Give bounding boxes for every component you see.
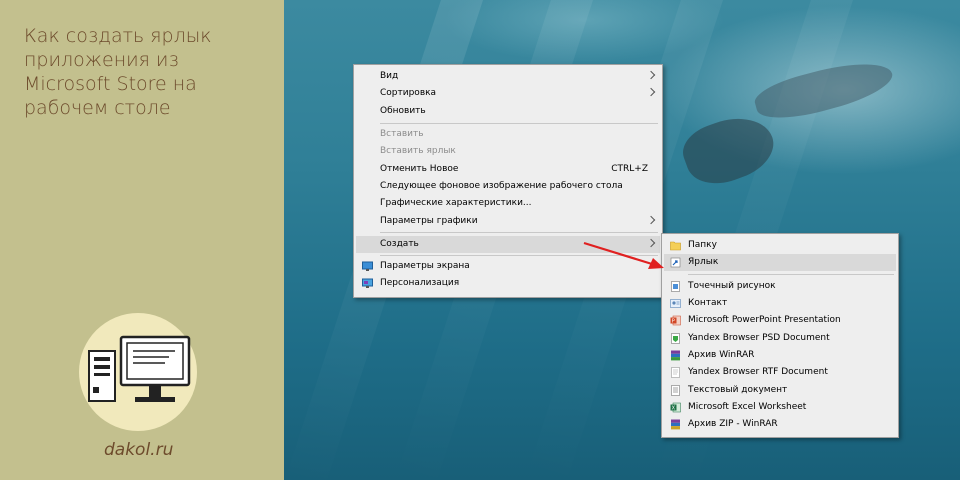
menu-item-label: Microsoft PowerPoint Presentation [688,315,841,325]
menu-item-label: Вид [380,71,399,81]
menu-item-label: Microsoft Excel Worksheet [688,402,807,412]
submenu-item-contact[interactable]: Контакт [664,295,896,312]
text-document-icon [671,385,680,396]
svg-text:X: X [672,406,676,412]
menu-item-label: Персонализация [380,278,460,288]
menu-item-label: Ярлык [688,257,719,267]
menu-item-label: Вставить ярлык [380,146,456,156]
submenu-item-excel[interactable]: X Microsoft Excel Worksheet [664,399,896,416]
computer-icon [88,335,191,402]
menu-item-label: Текстовый документ [688,385,788,395]
yandex-rtf-icon [671,367,680,378]
display-icon [362,261,373,271]
submenu-item-yandex-rtf[interactable]: Yandex Browser RTF Document [664,364,896,381]
article-title-line: рабочем столе [24,97,171,119]
chevron-right-icon [646,70,656,80]
site-logo [79,313,197,431]
menu-item-refresh[interactable]: Обновить [356,103,660,120]
winrar-icon [671,350,680,361]
menu-separator [688,274,894,275]
menu-item-label: Графические характеристики... [380,198,532,208]
annotation-arrow-icon [583,241,664,269]
menu-item-label: Yandex Browser PSD Document [688,333,830,343]
menu-item-label: Следующее фоновое изображение рабочего с… [380,181,623,191]
chevron-right-icon [646,87,656,97]
excel-icon: X [670,402,681,413]
submenu-item-powerpoint[interactable]: P Microsoft PowerPoint Presentation [664,312,896,329]
submenu-item-winrar[interactable]: Архив WinRAR [664,347,896,364]
new-submenu: Папку Ярлык Точечный рисунок Контакт P M… [661,233,899,438]
menu-item-label: Отменить Новое [380,164,459,174]
menu-item-shortcut: CTRL+Z [611,164,648,174]
submenu-item-yandex-psd[interactable]: Yandex Browser PSD Document [664,330,896,347]
article-title: Как создать ярлык приложения из Microsof… [24,24,274,120]
winrar-zip-icon [671,419,680,430]
article-title-line: Microsoft Store на [24,73,197,95]
menu-item-label: Папку [688,240,717,250]
menu-item-label: Создать [380,239,419,249]
menu-item-label: Архив WinRAR [688,350,755,360]
powerpoint-icon: P [670,315,681,326]
menu-item-label: Yandex Browser RTF Document [688,367,828,377]
menu-item-label: Сортировка [380,88,437,98]
bitmap-icon [671,281,680,292]
article-title-line: приложения из [24,49,179,71]
menu-item-label: Параметры экрана [380,261,470,271]
menu-item-personalize[interactable]: Персонализация [356,275,660,292]
article-title-line: Как создать ярлык [24,25,212,47]
folder-icon [670,241,681,251]
menu-item-label: Параметры графики [380,216,478,226]
menu-item-sort[interactable]: Сортировка [356,85,660,102]
menu-separator [380,232,658,233]
menu-item-paste[interactable]: Вставить [356,126,660,143]
shortcut-icon [670,257,681,268]
menu-item-paste-shortcut[interactable]: Вставить ярлык [356,143,660,160]
menu-item-graphics-properties[interactable]: Графические характеристики... [356,195,660,212]
submenu-item-shortcut[interactable]: Ярлык [664,254,896,271]
menu-separator [380,123,658,124]
menu-item-label: Вставить [380,129,424,139]
menu-item-label: Точечный рисунок [688,281,776,291]
menu-item-label: Архив ZIP - WinRAR [688,419,778,429]
submenu-item-bitmap[interactable]: Точечный рисунок [664,278,896,295]
svg-text:P: P [672,319,675,325]
submenu-item-folder[interactable]: Папку [664,237,896,254]
submenu-item-winrar-zip[interactable]: Архив ZIP - WinRAR [664,416,896,433]
contact-icon [670,299,681,308]
menu-item-next-background[interactable]: Следующее фоновое изображение рабочего с… [356,178,660,195]
menu-item-label: Обновить [380,106,426,116]
chevron-right-icon [646,215,656,225]
menu-item-view[interactable]: Вид [356,68,660,85]
menu-item-undo-new[interactable]: Отменить Новое CTRL+Z [356,161,660,178]
article-sidebar: Как создать ярлык приложения из Microsof… [0,0,284,480]
menu-item-graphics-options[interactable]: Параметры графики [356,213,660,230]
menu-item-label: Контакт [688,298,728,308]
personalize-icon [362,278,373,288]
site-name: dakol.ru [104,440,174,460]
submenu-item-text-document[interactable]: Текстовый документ [664,382,896,399]
yandex-psd-icon [671,333,680,344]
